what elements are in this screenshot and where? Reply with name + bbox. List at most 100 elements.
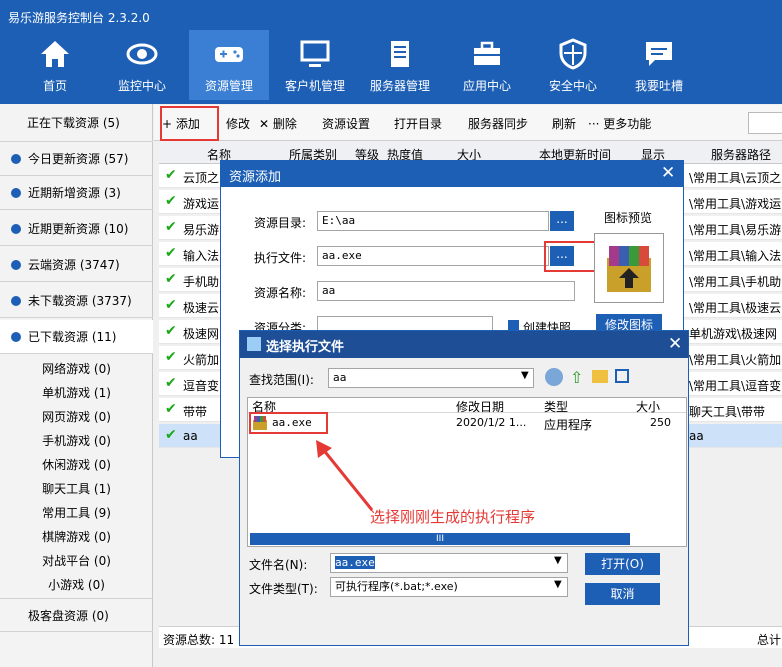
check-icon: ✔ (165, 219, 177, 235)
nav-security[interactable]: 安全中心 (533, 30, 613, 100)
exe-field[interactable]: aa.exe (317, 246, 549, 266)
bullet-icon (11, 224, 21, 234)
total-count: 资源总数: 11 (163, 633, 235, 647)
open-button[interactable]: 打开(O) (585, 553, 660, 575)
filename-label: 文件名(N): (249, 558, 308, 572)
nav-monitor[interactable]: 监控中心 (102, 30, 182, 100)
col-header[interactable]: 服务器路径 (711, 146, 771, 163)
open-dir-button[interactable]: 打开目录 (394, 115, 442, 132)
nav-client[interactable]: 客户机管理 (275, 30, 355, 100)
sidebar-sub-item[interactable]: 单机游戏 (1) (0, 381, 153, 405)
name-field[interactable]: aa (317, 281, 575, 301)
filetype-label: 文件类型(T): (249, 582, 318, 596)
check-icon: ✔ (165, 167, 177, 183)
close-icon[interactable]: ✕ (661, 163, 675, 183)
sidebar-item-cloud[interactable]: 云端资源 (3747) (0, 248, 153, 282)
delete-button[interactable]: ✕ 删除 (259, 115, 297, 132)
monitor-icon (300, 40, 330, 67)
sidebar-item-not-downloaded[interactable]: 未下载资源 (3737) (0, 284, 153, 318)
filetype-select[interactable]: 可执行程序(*.bat;*.exe) (330, 577, 568, 597)
browse-dir-button[interactable]: ... (550, 211, 574, 231)
name-label: 资源名称: (254, 286, 307, 300)
check-icon: ✔ (165, 323, 177, 339)
view-menu-icon[interactable] (615, 369, 629, 383)
close-icon[interactable]: ✕ (668, 334, 682, 354)
check-icon: ✔ (165, 375, 177, 391)
exe-label: 执行文件: (254, 251, 307, 265)
check-icon: ✔ (165, 297, 177, 313)
sidebar-sub-item[interactable]: 网络游戏 (0) (0, 357, 153, 381)
nav-resource[interactable]: 资源管理 (189, 30, 269, 100)
window-icon (247, 337, 261, 351)
dialog-title: 资源添加 (229, 170, 282, 185)
col-header[interactable]: 修改日期 (456, 398, 504, 415)
row-server-path: 单机游戏\极速网 (689, 327, 778, 341)
sidebar-sub-item[interactable]: 常用工具 (9) (0, 501, 153, 525)
winrar-icon (607, 246, 651, 292)
search-input[interactable] (748, 112, 782, 134)
sidebar-sub-item[interactable]: 休闲游戏 (0) (0, 453, 153, 477)
sidebar-item-new[interactable]: 近期新增资源 (3) (0, 176, 153, 210)
col-header[interactable]: 大小 (636, 398, 660, 415)
up-folder-icon[interactable]: ⇧ (570, 368, 583, 387)
sidebar-sub-item[interactable]: 小游戏 (0) (0, 573, 153, 597)
row-name: 逗音变 (183, 379, 220, 393)
shield-icon (559, 38, 587, 70)
dialog-titlebar: 资源添加 ✕ (221, 161, 683, 187)
chevron-down-icon[interactable]: ▼ (521, 370, 529, 381)
refresh-button[interactable]: 刷新 (552, 115, 576, 132)
sidebar-item-today[interactable]: 今日更新资源 (57) (0, 142, 153, 176)
chevron-down-icon[interactable]: ▼ (554, 555, 562, 566)
cancel-button[interactable]: 取消 (585, 583, 660, 605)
new-folder-icon[interactable] (592, 370, 608, 383)
nav-home[interactable]: 首页 (15, 30, 95, 100)
filename-field[interactable]: aa.exe (330, 553, 568, 573)
row-name: 火箭加 (183, 353, 220, 367)
sidebar-sub-item[interactable]: 网页游戏 (0) (0, 405, 153, 429)
row-name: 极速网 (183, 327, 220, 341)
nav-feedback[interactable]: 我要吐槽 (619, 30, 699, 100)
icon-preview (594, 233, 664, 303)
sidebar-item-updated[interactable]: 近期更新资源 (10) (0, 212, 153, 246)
row-server-path: \常用工具\输入法 (689, 249, 782, 263)
nav-server[interactable]: 服务器管理 (360, 30, 440, 100)
check-icon: ✔ (165, 349, 177, 365)
bullet-icon (11, 296, 21, 306)
check-icon: ✔ (165, 271, 177, 287)
row-server-path: aa (689, 429, 704, 443)
sync-button[interactable]: 服务器同步 (468, 115, 528, 132)
nav-app[interactable]: 应用中心 (447, 30, 527, 100)
row-name: 手机助 (183, 275, 220, 289)
highlight-box (160, 106, 219, 141)
sidebar-item-downloading[interactable]: 正在下载资源 (5) (0, 104, 153, 142)
check-icon: ✔ (165, 427, 177, 443)
row-server-path: \常用工具\手机助 (689, 275, 782, 289)
look-in-select[interactable]: aa (328, 368, 534, 388)
look-in-label: 查找范围(I): (249, 373, 314, 387)
col-header[interactable]: 类型 (544, 398, 568, 415)
top-bar: 易乐游服务控制台 2.3.2.0 首页 监控中心 资源管理 客户机管理 服务器管… (0, 0, 782, 104)
sidebar-sub-item[interactable]: 聊天工具 (1) (0, 477, 153, 501)
row-name: 云顶之 (183, 171, 220, 185)
bullet-icon (11, 260, 21, 270)
horizontal-scrollbar[interactable]: III (250, 533, 630, 545)
preview-label: 图标预览 (604, 211, 653, 225)
modify-button[interactable]: 修改 (226, 115, 250, 132)
eye-icon (126, 43, 158, 65)
file-list: 名称 修改日期 类型 大小 aa.exe 2020/1/2 1... 应用程序 … (247, 397, 687, 547)
sidebar-sub-item[interactable]: 对战平台 (0) (0, 549, 153, 573)
back-icon[interactable] (545, 368, 563, 386)
settings-button[interactable]: 资源设置 (322, 115, 370, 132)
sidebar-sub-item[interactable]: 手机游戏 (0) (0, 429, 153, 453)
file-size: 250 (650, 416, 671, 429)
check-icon: ✔ (165, 245, 177, 261)
sidebar-sub-item[interactable]: 棋牌游戏 (0) (0, 525, 153, 549)
sidebar-item-downloaded[interactable]: 已下载资源 (11) (0, 320, 153, 354)
row-server-path: \常用工具\游戏运 (689, 197, 782, 211)
more-button[interactable]: ··· 更多功能 (588, 115, 651, 132)
chevron-down-icon[interactable]: ▼ (554, 579, 562, 590)
file-type: 应用程序 (544, 418, 593, 432)
home-icon (41, 41, 69, 67)
dir-field[interactable]: E:\aa (317, 211, 549, 231)
sidebar-item-geek[interactable]: 极客盘资源 (0) (0, 598, 153, 632)
